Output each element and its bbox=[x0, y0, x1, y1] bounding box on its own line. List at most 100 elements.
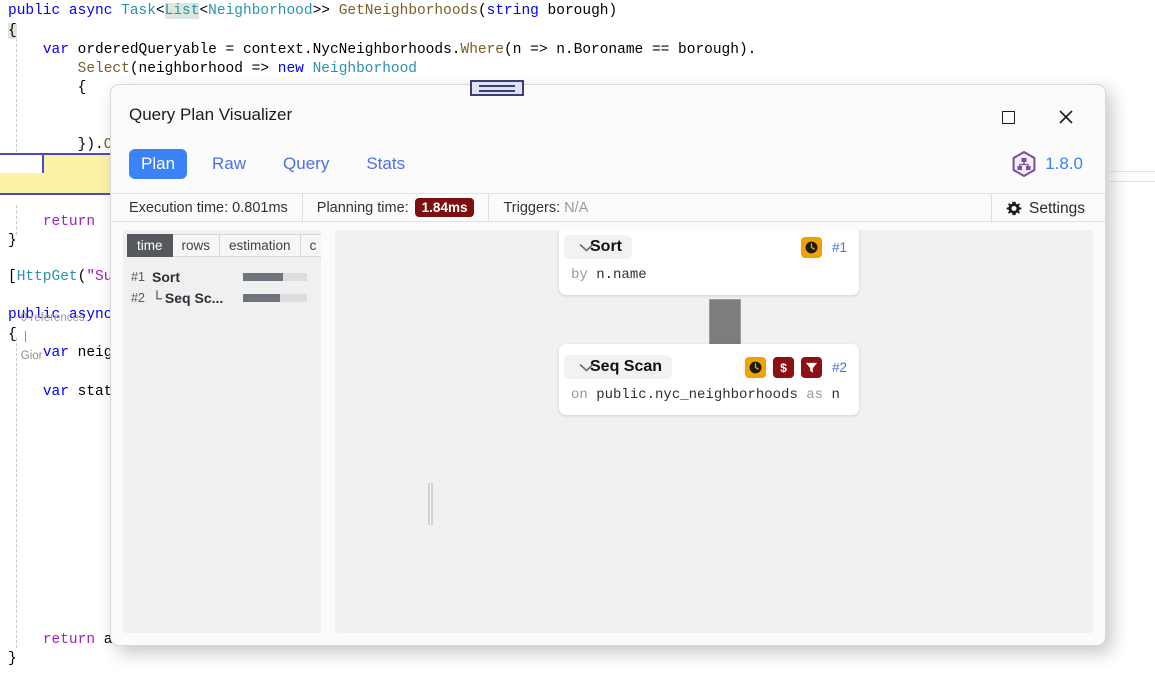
plan-node-index: #1 bbox=[832, 240, 847, 255]
code-token: . bbox=[452, 42, 461, 58]
code-line: } bbox=[0, 650, 1155, 669]
code-token: var bbox=[43, 42, 69, 58]
code-token bbox=[8, 632, 43, 648]
code-token: var bbox=[43, 384, 69, 400]
plan-list-label: Seq Sc... bbox=[165, 290, 223, 306]
code-token: (n => n.Boroname == borough). bbox=[504, 42, 756, 58]
code-token: public bbox=[8, 3, 69, 19]
code-token bbox=[8, 384, 43, 400]
code-token: neig bbox=[69, 345, 113, 361]
handle-line bbox=[479, 90, 515, 92]
code-token: stat bbox=[69, 384, 113, 400]
plan-list-index: #1 bbox=[131, 270, 152, 284]
time-badge-icon[interactable] bbox=[745, 357, 766, 378]
code-token: return bbox=[43, 214, 95, 230]
side-tab-estimation[interactable]: estimation bbox=[220, 234, 301, 257]
plan-list-item[interactable]: #1Sort bbox=[131, 266, 321, 287]
plan-node-badges: #1 bbox=[801, 237, 847, 258]
tab-query[interactable]: Query bbox=[271, 149, 341, 179]
plan-list-item[interactable]: #2└Seq Sc... bbox=[131, 287, 321, 308]
plan-node-sub-prefix: on bbox=[571, 387, 588, 403]
plan-node-seq-scan[interactable]: Seq Scan $ #2 bbox=[559, 344, 859, 415]
settings-button[interactable]: Settings bbox=[991, 194, 1093, 223]
code-token bbox=[95, 214, 104, 230]
maximize-button[interactable] bbox=[993, 103, 1023, 131]
close-button[interactable] bbox=[1051, 103, 1081, 131]
side-tab-time[interactable]: time bbox=[127, 234, 173, 257]
plan-node-sub-value: public.nyc_neighborhoods bbox=[596, 387, 798, 403]
plan-node-subtitle: on public.nyc_neighborhoods as n bbox=[571, 387, 847, 403]
side-tab-c[interactable]: c bbox=[301, 234, 321, 257]
code-token: ( bbox=[478, 3, 487, 19]
version-number: 1.8.0 bbox=[1045, 154, 1083, 174]
plan-metric-bar-fill bbox=[243, 273, 283, 281]
plan-node-badges: $ #2 bbox=[745, 357, 847, 378]
tab-stats[interactable]: Stats bbox=[354, 149, 417, 179]
plan-canvas[interactable]: Sort #1 by n.name bbox=[335, 230, 1093, 633]
plan-node-sub-prefix: by bbox=[571, 267, 588, 283]
code-line: var orderedQueryable = context.NycNeighb… bbox=[0, 41, 1155, 60]
triggers-value: N/A bbox=[564, 200, 588, 216]
chevron-down-icon[interactable] bbox=[579, 240, 594, 255]
codelens-references[interactable]: 0 references bbox=[21, 312, 85, 324]
triggers-label: Triggers: bbox=[503, 200, 560, 216]
cost-badge-icon[interactable]: $ bbox=[773, 357, 794, 378]
time-badge-icon[interactable] bbox=[801, 237, 822, 258]
plan-node-header[interactable]: Seq Scan $ #2 bbox=[571, 354, 847, 380]
code-token: Neighborhood bbox=[208, 3, 312, 19]
code-token: Where bbox=[461, 42, 505, 58]
window-resize-handle[interactable] bbox=[470, 80, 524, 96]
execution-time-cell: Execution time: 0.801ms bbox=[111, 193, 303, 222]
plan-metric-bar-fill bbox=[243, 294, 280, 302]
close-icon bbox=[1058, 109, 1074, 125]
code-token bbox=[304, 61, 313, 77]
plan-node-sub-value: n.name bbox=[596, 267, 646, 283]
code-token: } bbox=[8, 233, 17, 249]
tab-raw[interactable]: Raw bbox=[200, 149, 258, 179]
code-token: (neighborhood => bbox=[130, 61, 278, 77]
query-plan-visualizer-dialog: Query Plan Visualizer PlanRawQueryStats … bbox=[110, 84, 1106, 646]
execution-time-label: Execution time: 0.801ms bbox=[129, 200, 288, 216]
dialog-info-bar: Execution time: 0.801ms Planning time: 1… bbox=[111, 193, 1105, 222]
triggers-cell: Triggers: N/A bbox=[489, 193, 602, 222]
code-token: Neighborhood bbox=[313, 61, 417, 77]
svg-text:$: $ bbox=[780, 360, 787, 374]
side-panel-tab-bar: timerowsestimationc bbox=[123, 230, 321, 257]
plan-node-title: Sort bbox=[564, 235, 632, 259]
plan-node-sort[interactable]: Sort #1 by n.name bbox=[559, 230, 859, 295]
code-token: async bbox=[69, 3, 121, 19]
code-line: { bbox=[0, 22, 1155, 41]
plan-node-subtitle: by n.name bbox=[571, 267, 847, 283]
code-token: new bbox=[278, 61, 304, 77]
code-token: [ bbox=[8, 269, 17, 285]
dialog-titlebar[interactable]: Query Plan Visualizer bbox=[111, 85, 1105, 149]
plan-node-list: #1Sort#2└Seq Sc... bbox=[123, 257, 321, 308]
rows-badge-icon[interactable] bbox=[801, 357, 822, 378]
code-line: Select(neighborhood => new Neighborhood bbox=[0, 60, 1155, 79]
dialog-title: Query Plan Visualizer bbox=[129, 105, 292, 125]
code-token: GetNeighborhoods bbox=[339, 3, 478, 19]
code-token: return bbox=[43, 632, 95, 648]
planning-time-label: Planning time: bbox=[317, 200, 409, 216]
code-token: Select bbox=[78, 61, 130, 77]
code-token: NycNeighborhoods bbox=[313, 42, 452, 58]
plan-side-panel: timerowsestimationc #1Sort#2└Seq Sc... bbox=[123, 230, 321, 633]
plan-node-sub-alias: n bbox=[831, 387, 839, 403]
code-token: }). bbox=[8, 137, 104, 153]
plan-metric-bar bbox=[243, 294, 307, 302]
tree-branch-icon: └ bbox=[152, 290, 162, 306]
plan-node-index: #2 bbox=[832, 360, 847, 375]
plan-node-header[interactable]: Sort #1 bbox=[571, 234, 847, 260]
code-token: < bbox=[199, 3, 208, 19]
code-token: orderedQueryable = context. bbox=[69, 42, 313, 58]
code-token: Task bbox=[121, 3, 156, 19]
code-token: HttpGet bbox=[17, 269, 78, 285]
tab-plan[interactable]: Plan bbox=[129, 149, 187, 179]
code-token: { bbox=[8, 23, 17, 39]
codelens-author[interactable]: Gior bbox=[21, 350, 43, 362]
panel-splitter[interactable] bbox=[428, 483, 433, 525]
side-tab-rows[interactable]: rows bbox=[173, 234, 221, 257]
plan-node-sub-alias-kw: as bbox=[806, 387, 823, 403]
chevron-down-icon[interactable] bbox=[579, 360, 594, 375]
code-token: borough) bbox=[539, 3, 617, 19]
